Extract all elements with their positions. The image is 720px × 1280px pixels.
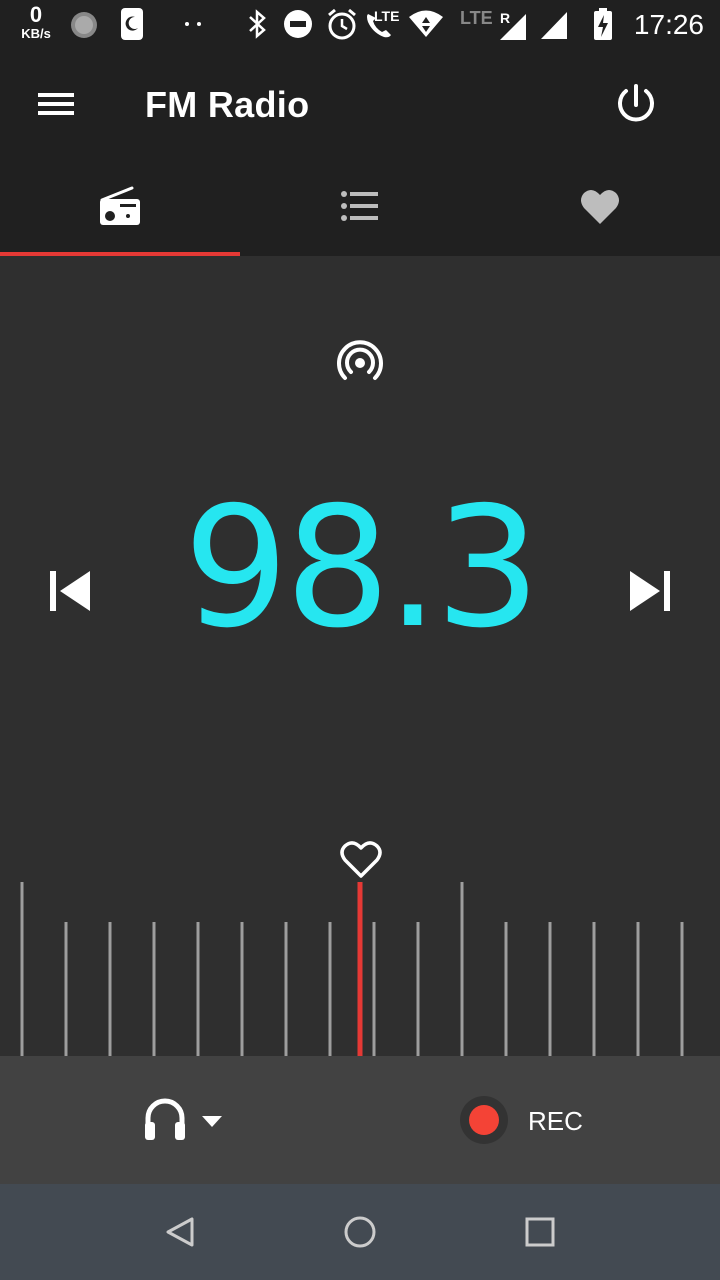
tab-stations[interactable] <box>240 160 480 256</box>
wifi-icon <box>409 10 443 37</box>
do-not-disturb-icon <box>284 10 312 38</box>
signal-icon <box>541 12 567 39</box>
hamburger-menu-icon <box>38 93 74 115</box>
bluetooth-icon <box>249 9 266 39</box>
skip-previous-icon <box>50 571 90 611</box>
audio-output-button[interactable] <box>140 1094 230 1148</box>
status-time: 17:26 <box>633 9 704 40</box>
record-icon <box>460 1096 508 1144</box>
tab-radio[interactable] <box>0 160 240 256</box>
app-title: FM Radio <box>145 84 310 125</box>
app-bar: FM Radio <box>0 48 720 160</box>
tab-bar <box>0 160 720 256</box>
next-station-button[interactable] <box>620 561 680 621</box>
menu-button[interactable] <box>28 78 84 130</box>
battery-charging-icon <box>594 8 612 40</box>
power-icon <box>618 84 654 122</box>
recents-icon <box>525 1217 555 1247</box>
system-nav-bar <box>0 1184 720 1280</box>
back-icon <box>166 1217 194 1247</box>
signal-roaming-icon <box>500 14 526 40</box>
list-icon <box>341 191 378 221</box>
record-button[interactable]: REC <box>458 1092 598 1148</box>
tab-favorites[interactable] <box>480 160 720 256</box>
nav-home-button[interactable] <box>332 1204 388 1260</box>
heart-outline-icon <box>340 841 382 878</box>
previous-station-button[interactable] <box>40 561 100 621</box>
volte-label: LTE <box>374 8 400 24</box>
network-speed-value: 0 <box>29 2 43 27</box>
status-bar: 0 KB/s LTE LTE R 17:26 <box>0 0 720 48</box>
broadcast-icon <box>337 340 383 380</box>
radio-icon <box>100 186 140 225</box>
network-type-label: LTE <box>460 8 493 28</box>
tuner-panel: 98.3 <box>0 256 720 1056</box>
network-speed-unit: KB/s <box>21 26 51 41</box>
more-notifications-icon <box>185 22 201 26</box>
skip-next-icon <box>630 571 670 611</box>
frequency-display: 98.3 <box>183 472 541 665</box>
nav-back-button[interactable] <box>152 1204 208 1260</box>
record-label: REC <box>528 1106 583 1136</box>
dropdown-arrow-icon <box>202 1116 222 1127</box>
heart-icon <box>581 189 619 224</box>
network-speed: 0 KB/s <box>14 2 58 41</box>
home-icon <box>344 1216 376 1248</box>
alarm-icon <box>328 8 356 40</box>
sync-icon <box>71 12 97 38</box>
tuner-scale[interactable] <box>0 882 720 1056</box>
night-mode-icon <box>121 8 143 40</box>
power-button[interactable] <box>606 74 666 134</box>
headphones-icon <box>145 1098 222 1140</box>
nav-recents-button[interactable] <box>512 1204 568 1260</box>
favorite-toggle-button[interactable] <box>338 838 384 880</box>
bottom-controls: REC <box>0 1056 720 1184</box>
